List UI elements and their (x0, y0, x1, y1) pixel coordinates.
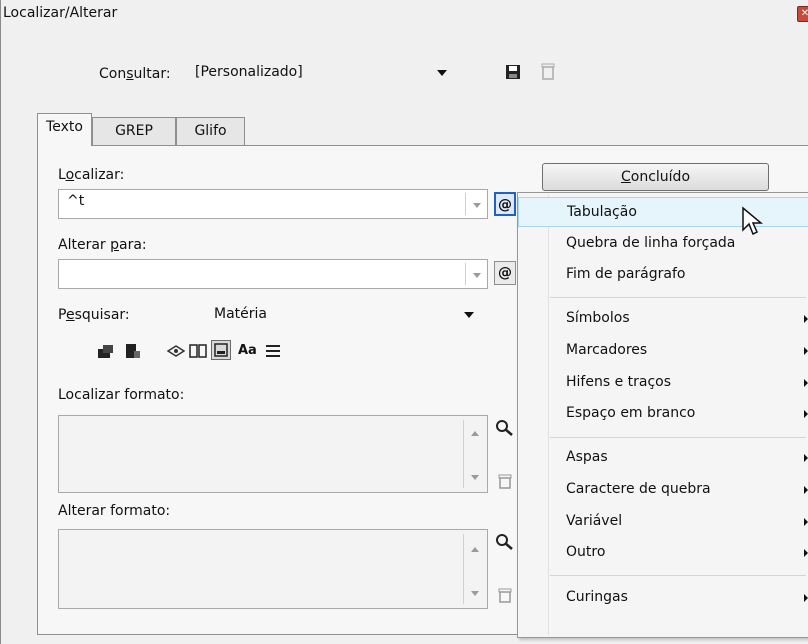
tab-grep[interactable]: GREP (92, 117, 176, 145)
submenu-arrow-icon (804, 454, 808, 462)
divider (463, 534, 464, 604)
search-label: Pesquisar: (58, 307, 130, 323)
menu-item-espaco-branco[interactable]: Espaço em branco (518, 399, 808, 429)
submenu-arrow-icon (804, 315, 808, 323)
find-change-dialog: Localizar/Alterar ✕ Consultar: [Personal… (0, 0, 808, 644)
menu-item-variavel[interactable]: Variável (518, 507, 808, 537)
special-characters-change-button[interactable]: @ (494, 261, 516, 285)
change-history-icon[interactable] (473, 273, 481, 278)
query-select[interactable]: [Personalizado] (189, 60, 455, 86)
submenu-arrow-icon (804, 549, 808, 557)
menu-item-label: Caractere de quebra (566, 481, 711, 497)
menu-item-aspas[interactable]: Aspas (518, 443, 808, 473)
menu-item-curingas[interactable]: Curingas (518, 583, 808, 613)
scroll-up-icon[interactable] (471, 547, 479, 552)
submenu-arrow-icon (804, 410, 808, 418)
include-footnotes-toggle[interactable] (211, 340, 231, 360)
menu-item-label: Tabulação (567, 204, 637, 220)
find-value: ^t (67, 193, 85, 209)
special-characters-find-button[interactable]: @ (494, 192, 516, 216)
divider (465, 263, 466, 285)
menu-item-label: Hifens e traços (566, 374, 672, 390)
query-value: [Personalizado] (195, 64, 303, 80)
mouse-cursor-icon (742, 206, 763, 236)
title-bar: Localizar/Alterar ✕ (1, 0, 808, 26)
close-icon[interactable]: ✕ (797, 6, 808, 22)
menu-item-caractere-quebra[interactable]: Caractere de quebra (518, 475, 808, 505)
search-scope-value: Matéria (214, 306, 267, 322)
find-label: Localizar: (58, 167, 125, 183)
menu-item-fim-paragrafo[interactable]: Fim de parágrafo (518, 260, 808, 290)
menu-item-label: Aspas (566, 449, 608, 465)
change-input[interactable] (58, 259, 488, 289)
tab-texto[interactable]: Texto (37, 113, 92, 146)
submenu-arrow-icon (804, 594, 808, 602)
specify-find-format-icon[interactable] (495, 419, 515, 437)
menu-item-label: Curingas (566, 589, 628, 605)
divider (465, 193, 466, 215)
menu-item-marcadores[interactable]: Marcadores (518, 336, 808, 366)
find-input[interactable]: ^t (58, 189, 488, 219)
menu-item-hifens-tracos[interactable]: Hifens e traços (518, 368, 808, 398)
menu-item-quebra-linha-forcada[interactable]: Quebra de linha forçada (518, 229, 808, 259)
clear-find-format-icon[interactable] (498, 474, 512, 490)
menu-item-label: Símbolos (566, 310, 630, 326)
menu-separator (550, 575, 806, 576)
scroll-down-icon[interactable] (471, 475, 479, 480)
change-format-box[interactable] (58, 529, 488, 609)
menu-item-label: Quebra de linha forçada (566, 235, 736, 251)
window-title: Localizar/Alterar (3, 5, 118, 21)
submenu-arrow-icon (804, 486, 808, 494)
delete-query-icon[interactable] (541, 63, 555, 81)
menu-item-label: Espaço em branco (566, 405, 696, 421)
save-query-icon[interactable] (505, 64, 521, 80)
change-format-label: Alterar formato: (58, 503, 171, 519)
submenu-arrow-icon (804, 347, 808, 355)
footnotes-icon (214, 343, 228, 357)
query-label: Consultar: (99, 66, 171, 82)
menu-item-label: Fim de parágrafo (566, 266, 686, 282)
include-locked-layers-icon[interactable] (97, 343, 115, 359)
change-label: Alterar para: (58, 237, 147, 253)
find-format-box[interactable] (58, 415, 488, 493)
search-scope-select[interactable]: Matéria (208, 302, 482, 328)
chevron-down-icon (437, 70, 447, 76)
include-master-pages-icon[interactable] (189, 343, 207, 359)
menu-separator (550, 437, 806, 438)
scroll-up-icon[interactable] (471, 431, 479, 436)
menu-item-label: Marcadores (566, 342, 648, 358)
menu-item-outro[interactable]: Outro (518, 538, 808, 568)
find-history-icon[interactable] (473, 203, 481, 208)
menu-item-label: Variável (566, 513, 623, 529)
menu-item-label: Outro (566, 544, 606, 560)
find-format-label: Localizar formato: (58, 387, 185, 403)
include-hidden-layers-icon[interactable] (167, 343, 185, 359)
specify-change-format-icon[interactable] (495, 533, 515, 551)
tab-glifo[interactable]: Glifo (176, 117, 245, 145)
menu-item-simbolos[interactable]: Símbolos (518, 304, 808, 334)
include-locked-stories-icon[interactable] (125, 343, 141, 359)
clear-change-format-icon[interactable] (498, 588, 512, 604)
whole-word-icon[interactable] (265, 343, 281, 359)
done-button[interactable]: Concluído (542, 163, 769, 191)
special-characters-menu: Tabulação Quebra de linha forçada Fim de… (517, 192, 808, 638)
scroll-down-icon[interactable] (471, 591, 479, 596)
menu-separator (550, 297, 806, 298)
menu-item-tabulacao[interactable]: Tabulação (518, 197, 808, 227)
case-sensitive-icon[interactable]: Aa (238, 343, 257, 358)
chevron-down-icon (464, 312, 474, 318)
divider (463, 420, 464, 488)
submenu-arrow-icon (804, 518, 808, 526)
submenu-arrow-icon (804, 379, 808, 387)
